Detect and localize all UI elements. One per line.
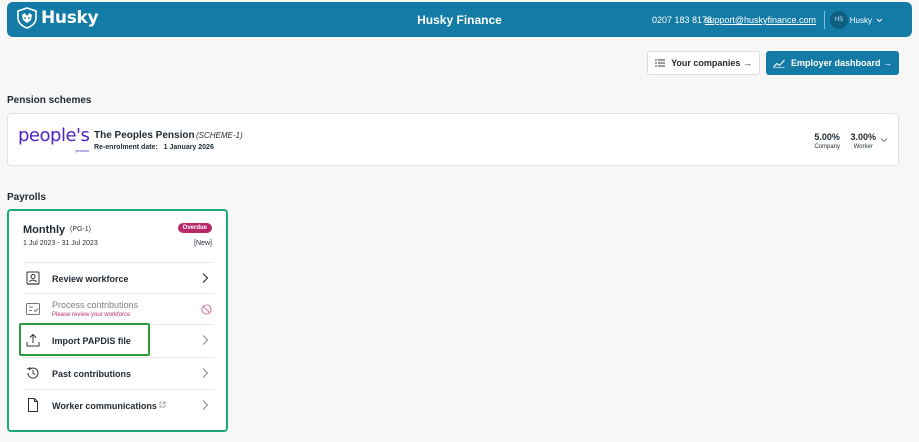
review-workforce-row[interactable]: Review workforce: [23, 262, 214, 293]
review-workforce-label: Review workforce: [52, 274, 129, 284]
chevron-right-icon: [202, 400, 209, 410]
your-companies-label: Your companies →: [671, 58, 752, 68]
reenrolment-label: Re-enrolment date:: [94, 144, 158, 151]
peoples-pension-logo: people's pension: [18, 125, 90, 154]
payroll-dates: 1 Jul 2023 - 31 Jul 2023: [23, 240, 98, 247]
person-badge-icon: [26, 271, 40, 285]
document-icon: [28, 398, 38, 412]
worker-rate-value: 3.00%: [850, 132, 876, 142]
process-contributions-label: Process contributions: [52, 300, 139, 310]
process-contributions-warning: Please review your workforce: [52, 312, 131, 318]
header-divider: [824, 11, 825, 29]
user-menu-name[interactable]: Husky: [850, 16, 872, 25]
company-rate: 5.00% Company: [814, 132, 840, 150]
worker-communications-text: Worker communications: [52, 401, 157, 411]
worker-communications-row[interactable]: Worker communications: [23, 389, 214, 420]
company-rate-value: 5.00%: [814, 132, 840, 142]
payroll-title: Monthly: [23, 224, 66, 236]
history-icon: [26, 366, 39, 379]
employer-dashboard-button[interactable]: Employer dashboard →: [766, 51, 899, 75]
status-badge: Overdue: [177, 223, 212, 233]
chevron-right-icon: [202, 273, 209, 283]
chevron-down-icon[interactable]: [876, 17, 883, 24]
top-navigation-bar: Husky Husky Finance 0207 183 8178 suppor…: [7, 2, 912, 37]
chevron-right-icon: [202, 335, 209, 345]
company-rate-label: Company: [814, 144, 840, 150]
prohibited-icon: [201, 304, 212, 315]
pension-scheme-card[interactable]: people's pension The Peoples Pension (SC…: [7, 113, 899, 166]
past-contributions-label: Past contributions: [52, 369, 132, 379]
pension-schemes-heading: Pension schemes: [7, 95, 92, 106]
chevron-down-icon[interactable]: [880, 137, 888, 143]
checklist-icon: [26, 303, 40, 315]
support-email-link[interactable]: support@huskyfinance.com: [705, 15, 816, 25]
scheme-name: The Peoples Pension: [94, 130, 195, 141]
peoples-logo-subtext: pension: [75, 148, 90, 153]
peoples-logo-text: people's: [18, 125, 90, 146]
import-papdis-label: Import PAPDIS file: [52, 336, 131, 346]
your-companies-button[interactable]: Your companies →: [647, 51, 760, 75]
scheme-code: (SCHEME-1): [196, 131, 243, 140]
payrolls-heading: Payrolls: [7, 192, 46, 203]
worker-rate: 3.00% Worker: [850, 132, 876, 150]
payroll-card: Monthly (PG-1) Overdue 1 Jul 2023 - 31 J…: [7, 209, 228, 432]
avatar[interactable]: HS: [830, 11, 848, 29]
upload-icon: [26, 333, 40, 347]
process-contributions-row: Process contributions Please review your…: [23, 293, 214, 324]
chart-trend-icon: [773, 59, 785, 68]
list-icon: [655, 59, 666, 67]
past-contributions-row[interactable]: Past contributions: [23, 357, 214, 388]
reenrolment-date: 1 January 2026: [163, 144, 214, 151]
worker-communications-label: Worker communications: [52, 401, 166, 411]
support-phone: 0207 183 8178: [651, 15, 712, 25]
external-link-icon: [160, 401, 166, 408]
payroll-new-tag: [New]: [194, 240, 212, 247]
chevron-right-icon: [202, 368, 209, 378]
employer-dashboard-label: Employer dashboard →: [790, 58, 893, 68]
payroll-code: (PG-1): [70, 226, 91, 233]
reenrolment-info: Re-enrolment date: 1 January 2026: [94, 144, 214, 151]
worker-rate-label: Worker: [853, 144, 873, 150]
import-papdis-row[interactable]: Import PAPDIS file: [23, 324, 214, 355]
